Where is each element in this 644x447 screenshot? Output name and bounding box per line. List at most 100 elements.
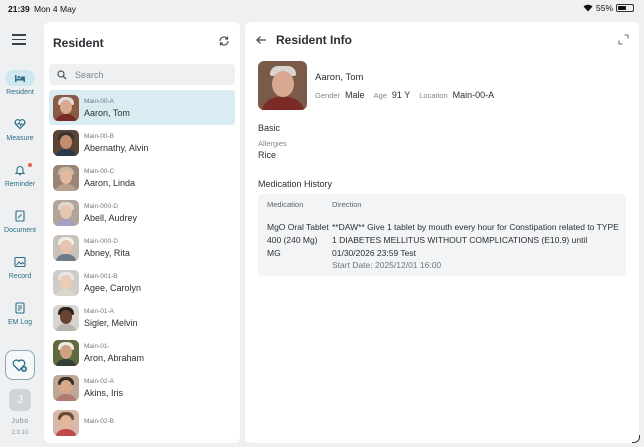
- battery-level: [618, 6, 626, 10]
- nav-rail: Resident Measure Reminder Document Recor…: [0, 20, 40, 447]
- resident-name: Akins, Iris: [84, 387, 124, 398]
- resident-name: Aaron, Tom: [315, 72, 364, 83]
- status-indicators: 55%: [583, 3, 634, 13]
- refresh-icon[interactable]: [218, 35, 230, 47]
- location-label: Location: [419, 91, 448, 100]
- resize-corner-icon: [632, 435, 640, 443]
- bell-icon: [14, 166, 26, 176]
- direction-column-header: Direction: [332, 200, 362, 209]
- search-icon: [57, 69, 67, 79]
- nav-em-log[interactable]: EM Log: [0, 300, 40, 326]
- resident-location: Main-00-C: [84, 167, 115, 175]
- age-value: 91 Y: [391, 90, 411, 100]
- menu-icon[interactable]: [12, 34, 26, 48]
- info-panel-title: Resident Info: [276, 33, 353, 47]
- medication-table: Medication Direction MgO Oral Tablet 400…: [258, 194, 626, 276]
- resident-list-item[interactable]: Main-001-B Agee, Carolyn: [49, 265, 235, 300]
- back-arrow-icon[interactable]: [255, 34, 267, 46]
- nav-resident[interactable]: Resident: [0, 70, 40, 96]
- app-version: 2.0.10: [11, 430, 29, 436]
- nav-label: Record: [8, 273, 32, 280]
- nav-document[interactable]: Document: [0, 208, 40, 234]
- search-bar[interactable]: [49, 64, 235, 85]
- battery-percent: 55%: [595, 3, 613, 13]
- allergies-label: Allergies: [258, 139, 287, 148]
- gender-label: Gender: [315, 91, 341, 100]
- nav-label: Resident: [6, 89, 34, 96]
- resident-avatar: [53, 304, 79, 331]
- gender-value: Male: [345, 90, 365, 100]
- wifi-icon: [583, 4, 593, 12]
- location-value: Main-00-A: [452, 90, 495, 100]
- resident-location: Main-000-D: [84, 237, 118, 245]
- resident-list-item[interactable]: Main-01- Aron, Abraham: [49, 335, 235, 370]
- resident-avatar: [53, 269, 79, 296]
- resident-location: Main-001-B: [84, 272, 118, 280]
- nav-reminder[interactable]: Reminder: [0, 162, 40, 188]
- resident-location: Main-02-B: [84, 417, 114, 425]
- medication-start-date: Start Date: 2025/12/01 16:00: [332, 260, 442, 270]
- resident-list-item[interactable]: Main-000-D Abney, Rita: [49, 230, 235, 265]
- resident-list: Main-00-A Aaron, Tom Main-00-B Abernathy, A…: [49, 90, 235, 440]
- resident-avatar: [53, 339, 79, 366]
- medication-column-header: Medication: [267, 200, 304, 209]
- resident-meta: Gender Male Age 91 Y Location Main-00-A: [315, 90, 503, 100]
- allergies-value: Rice: [258, 150, 277, 160]
- resident-list-item[interactable]: Main-01-A Sigler, Melvin: [49, 300, 235, 335]
- resident-location: Main-00-A: [84, 97, 114, 105]
- nav-label: EM Log: [7, 319, 33, 326]
- resident-avatar: [53, 129, 79, 156]
- resident-photo: [258, 61, 307, 110]
- resident-avatar: [53, 199, 79, 226]
- resident-list-item[interactable]: Main-00-A Aaron, Tom: [49, 90, 235, 125]
- medication-history-title: Medication History: [258, 179, 333, 189]
- resident-location: Main-01-: [84, 342, 110, 350]
- resident-location: Main-000-D: [84, 202, 118, 210]
- bed-icon: [15, 75, 25, 82]
- resident-name: Abney, Rita: [84, 247, 130, 258]
- age-label: Age: [373, 91, 387, 100]
- nav-measure[interactable]: Measure: [0, 116, 40, 142]
- resident-list-item[interactable]: Main-02-A Akins, Iris: [49, 370, 235, 405]
- resident-avatar: [53, 374, 79, 401]
- status-bar: 21:39 Mon 4 May 55%: [0, 0, 644, 18]
- image-icon: [14, 256, 26, 268]
- battery-icon: [616, 4, 634, 12]
- resident-avatar: [53, 94, 79, 121]
- add-vitals-button[interactable]: [5, 350, 35, 380]
- resident-name: Abernathy, Alvin: [84, 142, 149, 153]
- resident-avatar: [53, 234, 79, 261]
- resident-avatar: [53, 164, 79, 191]
- heart-pulse-icon: [14, 119, 26, 130]
- resident-list-item[interactable]: Main-00-C Aaron, Linda: [49, 160, 235, 195]
- medication-direction: **DAW** Give 1 tablet by mouth every hou…: [332, 222, 619, 258]
- status-date: Mon 4 May: [34, 4, 77, 14]
- resident-panel-title: Resident: [53, 36, 104, 50]
- resident-name: Aron, Abraham: [84, 352, 145, 363]
- nav-label: Document: [4, 227, 36, 234]
- log-icon: [15, 302, 25, 314]
- document-icon: [15, 210, 25, 222]
- resident-location: Main-01-A: [84, 307, 114, 315]
- resident-name: Aaron, Linda: [84, 177, 136, 188]
- brand-logo: Jubo: [11, 418, 29, 425]
- resident-name: Sigler, Melvin: [84, 317, 138, 328]
- nav-record[interactable]: Record: [0, 254, 40, 280]
- user-avatar[interactable]: J: [9, 389, 31, 411]
- search-input[interactable]: [75, 69, 225, 80]
- resident-avatar: [53, 409, 79, 436]
- notification-dot: [28, 163, 32, 167]
- resident-location: Main-00-B: [84, 132, 114, 140]
- nav-label: Measure: [6, 135, 34, 142]
- resident-name: Aaron, Tom: [84, 107, 130, 118]
- basic-section-title: Basic: [258, 123, 281, 133]
- resident-info-panel: Resident Info Aaron, Tom Gender Male Age…: [245, 22, 639, 443]
- resident-list-item[interactable]: Main-00-B Abernathy, Alvin: [49, 125, 235, 160]
- status-time: 21:39: [8, 4, 30, 14]
- resident-list-item[interactable]: Main-02-B: [49, 405, 235, 440]
- resident-list-item[interactable]: Main-000-D Abell, Audrey: [49, 195, 235, 230]
- nav-label: Reminder: [4, 181, 36, 188]
- expand-icon[interactable]: [618, 34, 629, 45]
- heart-plus-icon: [12, 359, 27, 372]
- resident-name: Abell, Audrey: [84, 212, 138, 223]
